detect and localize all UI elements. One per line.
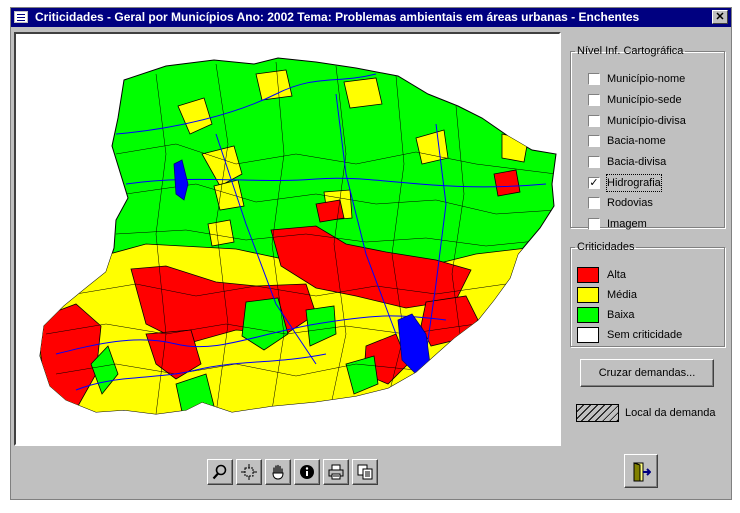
region-red-north-1 xyxy=(315,199,345,223)
layer-checkbox-bacia-divisa[interactable] xyxy=(588,156,600,168)
hatch-pattern-icon xyxy=(576,404,619,422)
layer-checkbox-rodovias[interactable] xyxy=(588,197,600,209)
info-button[interactable] xyxy=(294,459,320,485)
legend-label: Alta xyxy=(607,269,626,281)
close-button[interactable]: ✕ xyxy=(712,10,728,24)
legend-swatch-none xyxy=(577,327,599,343)
layer-label: Hidrografia xyxy=(606,174,662,192)
cross-demands-button[interactable]: Cruzar demandas... xyxy=(580,359,714,387)
layer-label: Imagem xyxy=(607,218,647,230)
title-bar[interactable]: Criticidades - Geral por Municípios Ano:… xyxy=(11,8,731,27)
layers-panel-title: Nível Inf. Cartográfica xyxy=(577,45,684,57)
layer-label: Rodovias xyxy=(607,197,653,209)
layer-label: Município-nome xyxy=(607,73,686,85)
legend-swatch-medium xyxy=(577,287,599,303)
layer-checkbox-imagem[interactable] xyxy=(588,218,600,230)
layer-checkbox-hidrografia[interactable]: ✓ xyxy=(588,177,600,189)
region-yellow-east-1 xyxy=(501,133,529,163)
layer-checkbox-bacia-nome[interactable] xyxy=(588,135,600,147)
full-extent-button[interactable] xyxy=(236,459,262,485)
zoom-button[interactable] xyxy=(207,459,233,485)
legend-label: Sem criticidade xyxy=(607,329,683,341)
legend-swatch-high xyxy=(577,267,599,283)
criticality-legend-panel: Criticidades Alta Média Baixa Sem critic… xyxy=(570,241,725,347)
extent-icon xyxy=(241,464,257,480)
print-button[interactable] xyxy=(323,459,349,485)
copy-button[interactable] xyxy=(352,459,378,485)
layer-checkbox-municipio-nome[interactable] xyxy=(588,73,600,85)
region-red-north-2 xyxy=(493,169,521,197)
criticality-window: Criticidades - Geral por Municípios Ano:… xyxy=(10,7,732,500)
layer-label: Bacia-divisa xyxy=(607,156,667,168)
layer-checkbox-municipio-divisa[interactable] xyxy=(588,115,600,127)
region-yellow-north-4 xyxy=(343,77,383,109)
window-title: Criticidades - Geral por Municípios Ano:… xyxy=(35,10,640,24)
layer-label: Município-divisa xyxy=(607,115,686,127)
layer-label: Bacia-nome xyxy=(607,135,666,147)
layer-checkbox-municipio-sede[interactable] xyxy=(588,94,600,106)
region-east-red xyxy=(420,295,479,347)
legend-label: Média xyxy=(607,289,637,301)
legend-swatch-low xyxy=(577,307,599,323)
layers-panel: Nível Inf. Cartográfica Município-nome M… xyxy=(570,45,725,230)
zoom-icon xyxy=(212,464,227,480)
region-yellow-north-8 xyxy=(207,219,235,247)
demand-location-label: Local da demanda xyxy=(625,407,716,419)
print-icon xyxy=(328,464,344,480)
exit-door-icon xyxy=(633,462,651,482)
exit-button[interactable] xyxy=(624,454,658,488)
pan-button[interactable] xyxy=(265,459,291,485)
criticality-legend-title: Criticidades xyxy=(577,241,635,253)
state-map xyxy=(39,57,557,415)
map-view[interactable] xyxy=(16,34,559,444)
copy-icon xyxy=(357,464,373,480)
legend-label: Baixa xyxy=(607,309,635,321)
app-form-icon xyxy=(14,11,28,23)
map-frame[interactable] xyxy=(14,32,561,446)
pan-hand-icon xyxy=(272,464,284,480)
layer-label: Município-sede xyxy=(607,94,682,106)
info-icon xyxy=(300,465,314,479)
